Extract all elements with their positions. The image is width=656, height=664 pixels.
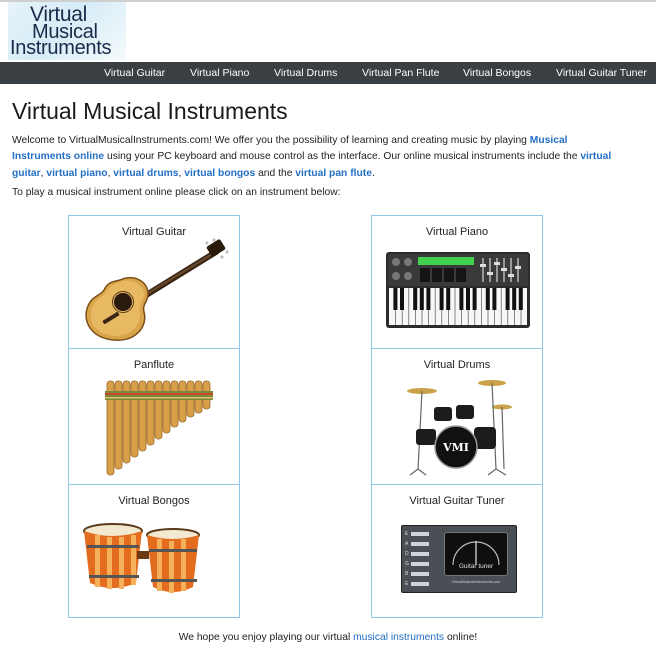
nav-virtual-guitar-tuner[interactable]: Virtual Guitar Tuner xyxy=(556,62,647,84)
link-virtual-drums[interactable]: virtual drums xyxy=(113,168,178,179)
footer-text: We hope you enjoy playing our virtual mu… xyxy=(0,632,656,643)
acoustic-guitar-image xyxy=(85,238,229,341)
intro-paragraph: Welcome to VirtualMusicalInstruments.com… xyxy=(12,133,612,182)
tuner-string-list: E A D G B E xyxy=(405,529,433,589)
panflute-image xyxy=(105,380,213,476)
tuner-gauge-display: Guitar tuner xyxy=(444,532,508,576)
card-virtual-guitar[interactable]: Virtual Guitar xyxy=(68,215,240,349)
nav-virtual-bongos[interactable]: Virtual Bongos xyxy=(463,62,531,84)
card-virtual-drums[interactable]: Virtual Drums VMI xyxy=(371,348,543,485)
card-title-panflute: Panflute xyxy=(133,359,175,371)
drum-kit-image: VMI xyxy=(407,380,512,476)
tuner-string-3: G xyxy=(405,561,409,567)
card-virtual-bongos[interactable]: Virtual Bongos xyxy=(68,484,240,618)
bongos-image xyxy=(83,523,200,593)
card-virtual-guitar-tuner[interactable]: Virtual Guitar Tuner E A D G B E Guitar … xyxy=(371,484,543,618)
tuner-string-0: E xyxy=(405,531,409,537)
card-panflute[interactable]: Panflute xyxy=(68,348,240,485)
card-title-piano: Virtual Piano xyxy=(425,226,489,238)
guitar-tuner-image: E A D G B E Guitar tuner VirtualMusicalI… xyxy=(401,525,517,593)
intro-text-4: . xyxy=(371,167,375,179)
tuner-string-4: B xyxy=(405,571,409,577)
logo-line-3: Instruments xyxy=(10,37,112,59)
tuner-string-1: A xyxy=(405,541,409,547)
intro-text-3: and the xyxy=(255,167,296,179)
nav-virtual-piano[interactable]: Virtual Piano xyxy=(190,62,249,84)
card-title-tuner: Virtual Guitar Tuner xyxy=(409,495,505,507)
footer-text-1: We hope you enjoy playing our virtual xyxy=(178,632,354,643)
tuner-string-5: E xyxy=(405,581,409,587)
nav-virtual-guitar[interactable]: Virtual Guitar xyxy=(104,62,165,84)
site-logo[interactable]: Virtual Musical Instruments xyxy=(8,2,126,60)
intro-text-1: Welcome to VirtualMusicalInstruments.com… xyxy=(12,135,530,146)
nav-virtual-drums[interactable]: Virtual Drums xyxy=(274,62,337,84)
link-virtual-bongos[interactable]: virtual bongos xyxy=(184,168,255,179)
link-virtual-piano[interactable]: virtual piano xyxy=(46,168,107,179)
card-virtual-piano[interactable]: Virtual Piano xyxy=(371,215,543,349)
main-navbar: Virtual Guitar Virtual Piano Virtual Dru… xyxy=(0,62,656,84)
nav-virtual-pan-flute[interactable]: Virtual Pan Flute xyxy=(362,62,439,84)
link-footer-musical-instruments[interactable]: musical instruments xyxy=(353,632,444,643)
drum-logo-text: VMI xyxy=(442,441,469,454)
card-title-bongos: Virtual Bongos xyxy=(118,495,190,507)
card-title-drums: Virtual Drums xyxy=(423,359,491,371)
keyboard-synth-image xyxy=(386,252,530,328)
page-title: Virtual Musical Instruments xyxy=(12,98,288,124)
tuner-label: Guitar tuner xyxy=(458,563,494,570)
footer-text-2: online! xyxy=(444,632,478,643)
intro-text-2: using your PC keyboard and mouse control… xyxy=(104,151,581,163)
card-title-guitar: Virtual Guitar xyxy=(122,226,186,238)
tuner-string-2: D xyxy=(405,551,409,557)
link-virtual-pan-flute[interactable]: virtual pan flute xyxy=(295,168,372,179)
tuner-site-text: VirtualMusicalInstruments.com xyxy=(451,580,501,584)
instrument-prompt: To play a musical instrument online plea… xyxy=(12,187,341,198)
